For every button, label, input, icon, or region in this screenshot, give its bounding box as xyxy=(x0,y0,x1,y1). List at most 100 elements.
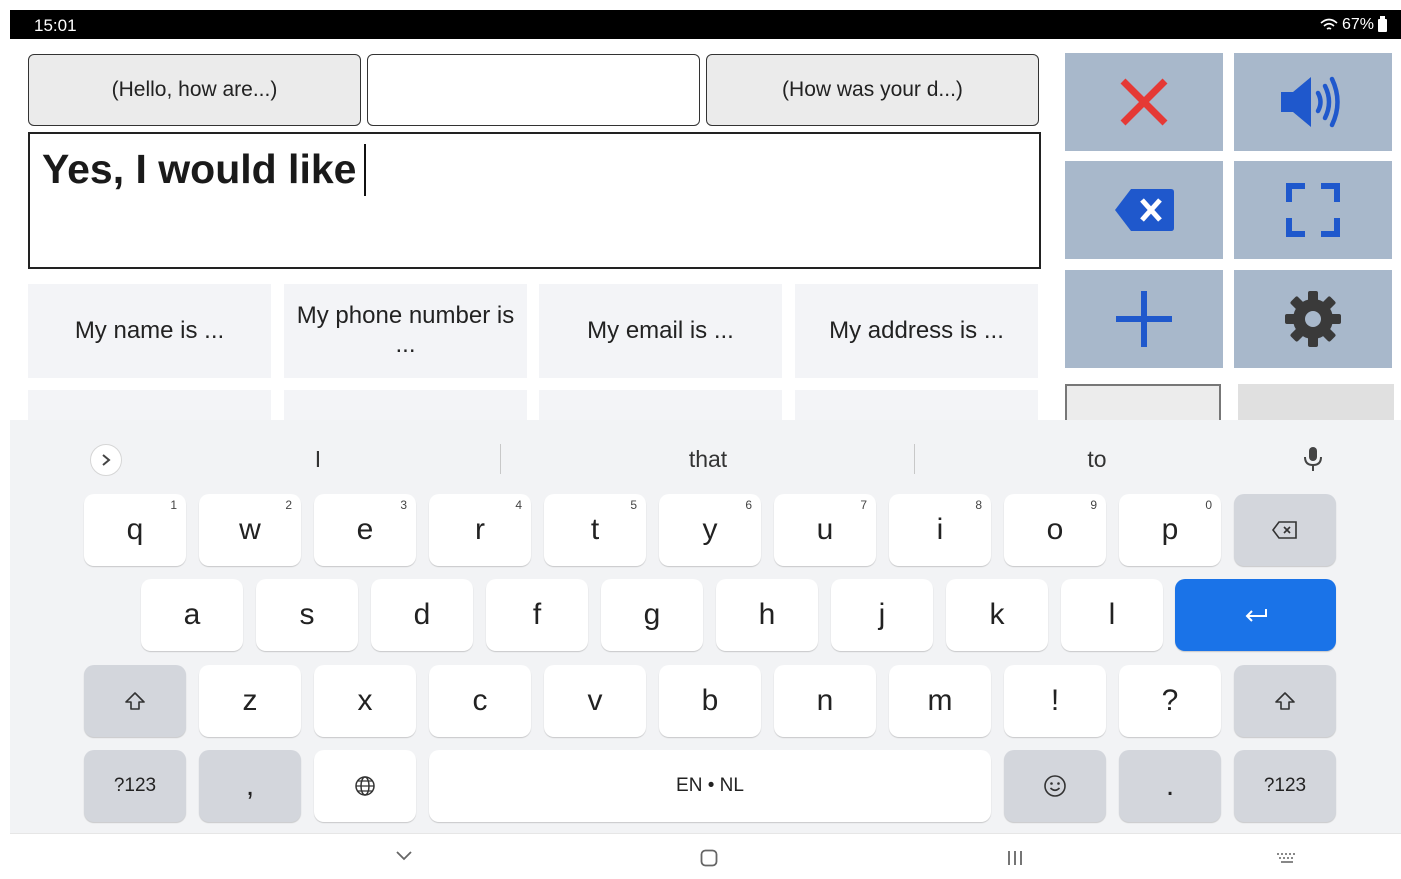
key-label: i xyxy=(936,513,944,546)
key-question[interactable]: ? xyxy=(1119,665,1221,737)
phrase-button-phone[interactable]: My phone number is ... xyxy=(284,284,527,378)
key-period[interactable]: . xyxy=(1119,750,1221,822)
key-label: u xyxy=(816,513,834,546)
aac-app: (Hello, how are...) (How was your d...) … xyxy=(10,39,1401,430)
suggestion-3[interactable]: to xyxy=(997,446,1197,473)
battery-icon xyxy=(1378,15,1387,32)
fullscreen-icon xyxy=(1286,183,1340,237)
key-p[interactable]: p0 xyxy=(1119,494,1221,566)
key-label: r xyxy=(475,513,485,546)
key-hint: 4 xyxy=(515,498,522,512)
key-hint: 3 xyxy=(400,498,407,512)
key-f[interactable]: f xyxy=(486,579,588,651)
key-d[interactable]: d xyxy=(371,579,473,651)
speak-button[interactable] xyxy=(1234,53,1392,151)
shift-icon xyxy=(1275,692,1295,710)
control-button-partial[interactable] xyxy=(1238,384,1394,424)
wifi-icon xyxy=(1320,18,1338,30)
key-w[interactable]: w2 xyxy=(199,494,301,566)
status-bar: 15:01 67% xyxy=(10,10,1401,39)
key-backspace[interactable] xyxy=(1234,494,1336,566)
key-u[interactable]: u7 xyxy=(774,494,876,566)
battery-level: 67% xyxy=(1341,16,1374,33)
phrase-button-address[interactable]: My address is ... xyxy=(795,284,1038,378)
history-item-2[interactable] xyxy=(367,54,700,126)
key-label: e xyxy=(356,513,374,546)
key-l[interactable]: l xyxy=(1061,579,1163,651)
close-icon xyxy=(1120,78,1168,126)
key-g[interactable]: g xyxy=(601,579,703,651)
key-label: q xyxy=(126,513,144,546)
suggestion-divider xyxy=(914,444,915,474)
key-e[interactable]: e3 xyxy=(314,494,416,566)
key-label: p xyxy=(1161,513,1179,546)
clear-button[interactable] xyxy=(1065,53,1223,151)
key-t[interactable]: t5 xyxy=(544,494,646,566)
shift-key-left[interactable] xyxy=(84,665,186,737)
key-b[interactable]: b xyxy=(659,665,761,737)
shift-icon xyxy=(125,692,145,710)
key-hint: 9 xyxy=(1090,498,1097,512)
key-hint: 1 xyxy=(170,498,177,512)
key-n[interactable]: n xyxy=(774,665,876,737)
key-v[interactable]: v xyxy=(544,665,646,737)
device-screen: 15:01 67% (Hello, how are...) (How was y… xyxy=(10,10,1401,879)
symbols-key-left[interactable]: ?123 xyxy=(84,750,186,822)
text-caret xyxy=(364,144,367,197)
suggestion-divider xyxy=(500,444,501,474)
key-i[interactable]: i8 xyxy=(889,494,991,566)
message-text-area[interactable]: Yes, I would like xyxy=(28,132,1041,269)
emoji-key[interactable] xyxy=(1004,750,1106,822)
phrase-button-name[interactable]: My name is ... xyxy=(28,284,271,378)
navigation-bar xyxy=(10,833,1401,879)
key-comma[interactable]: , xyxy=(199,750,301,822)
key-z[interactable]: z xyxy=(199,665,301,737)
key-hint: 2 xyxy=(285,498,292,512)
key-hint: 6 xyxy=(745,498,752,512)
key-a[interactable]: a xyxy=(141,579,243,651)
fullscreen-button[interactable] xyxy=(1234,161,1392,259)
language-key[interactable] xyxy=(314,750,416,822)
keyboard-switch-icon[interactable] xyxy=(1276,852,1298,866)
hide-keyboard-icon[interactable] xyxy=(395,850,413,862)
key-m[interactable]: m xyxy=(889,665,991,737)
key-hint: 8 xyxy=(975,498,982,512)
key-hint: 5 xyxy=(630,498,637,512)
key-h[interactable]: h xyxy=(716,579,818,651)
key-label: y xyxy=(702,513,718,546)
settings-button[interactable] xyxy=(1234,270,1392,368)
key-c[interactable]: c xyxy=(429,665,531,737)
symbols-key-right[interactable]: ?123 xyxy=(1234,750,1336,822)
phrase-button-email[interactable]: My email is ... xyxy=(539,284,782,378)
history-item-3[interactable]: (How was your d...) xyxy=(706,54,1039,126)
microphone-icon[interactable] xyxy=(1302,446,1324,472)
home-icon[interactable] xyxy=(700,849,718,867)
add-button[interactable] xyxy=(1065,270,1223,368)
key-y[interactable]: y6 xyxy=(659,494,761,566)
key-k[interactable]: k xyxy=(946,579,1048,651)
space-key[interactable]: EN • NL xyxy=(429,750,991,822)
key-hint: 0 xyxy=(1205,498,1212,512)
speaker-icon xyxy=(1281,76,1340,128)
suggestion-2[interactable]: that xyxy=(608,446,808,473)
plus-icon xyxy=(1116,291,1172,347)
key-r[interactable]: r4 xyxy=(429,494,531,566)
backspace-icon xyxy=(1115,189,1174,231)
key-j[interactable]: j xyxy=(831,579,933,651)
suggestion-1[interactable]: I xyxy=(218,446,418,473)
suggestion-bar: I that to xyxy=(10,420,1401,482)
key-s[interactable]: s xyxy=(256,579,358,651)
key-q[interactable]: q1 xyxy=(84,494,186,566)
on-screen-keyboard: I that to q1 w2 e3 r4 t5 y6 u7 i8 o9 p0 xyxy=(10,420,1401,833)
key-x[interactable]: x xyxy=(314,665,416,737)
backspace-button[interactable] xyxy=(1065,161,1223,259)
enter-key[interactable] xyxy=(1175,579,1336,651)
key-o[interactable]: o9 xyxy=(1004,494,1106,566)
history-item-1[interactable]: (Hello, how are...) xyxy=(28,54,361,126)
recent-apps-icon[interactable] xyxy=(1006,849,1024,867)
control-button-partial[interactable] xyxy=(1065,384,1221,424)
expand-toolbar-button[interactable] xyxy=(90,444,122,476)
key-exclamation[interactable]: ! xyxy=(1004,665,1106,737)
status-time: 15:01 xyxy=(34,16,77,35)
shift-key-right[interactable] xyxy=(1234,665,1336,737)
